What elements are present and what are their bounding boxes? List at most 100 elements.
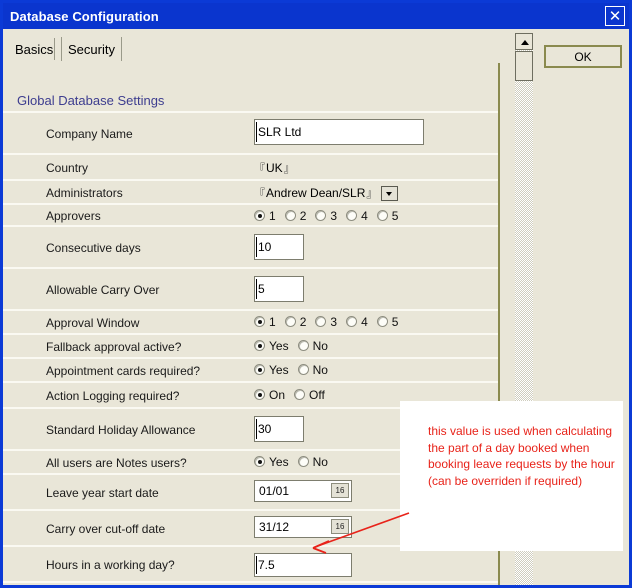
text-input[interactable]: 5 — [254, 276, 304, 302]
radio-option[interactable]: No — [297, 362, 328, 377]
settings-row-control: 01/01 16 — [254, 480, 352, 502]
radio-button-icon[interactable] — [254, 364, 265, 375]
radio-option-label: 3 — [330, 208, 338, 223]
settings-row: Consecutive days 10 — [3, 225, 498, 267]
radio-option[interactable]: Yes — [254, 339, 289, 353]
radio-button-icon[interactable] — [254, 210, 265, 221]
radio-option[interactable]: 3 — [315, 315, 337, 329]
field-bracket-right: 』 — [366, 188, 378, 200]
radio-button-icon[interactable] — [294, 389, 306, 400]
radio-option-label: On — [269, 387, 286, 402]
field-bracket-left: 『 — [254, 188, 265, 200]
text-input[interactable]: SLR Ltd — [254, 119, 424, 145]
calendar-icon[interactable]: 16 — [331, 483, 349, 498]
settings-row-label: Carry over cut-off date — [46, 522, 166, 536]
close-icon[interactable]: ✕ — [605, 6, 625, 26]
radio-button-icon[interactable] — [284, 316, 296, 327]
date-input[interactable]: 01/01 16 — [254, 480, 352, 502]
text-input[interactable]: 7.5 — [254, 553, 352, 577]
radio-option[interactable]: 4 — [346, 315, 368, 329]
radio-button-icon[interactable] — [254, 456, 265, 467]
radio-option[interactable]: Off — [294, 388, 325, 402]
section-title: Global Database Settings — [17, 93, 165, 108]
radio-option[interactable]: 4 — [346, 209, 368, 223]
tab-divider — [54, 38, 55, 60]
radio-option[interactable]: No — [297, 455, 328, 469]
text-input[interactable]: 10 — [254, 234, 304, 260]
tab-strip: Basics Security — [3, 29, 629, 63]
tab-basics[interactable]: Basics — [9, 37, 59, 61]
text-input-value: 5 — [258, 282, 265, 296]
radio-option-label: 4 — [361, 314, 368, 329]
settings-row: Company Name SLR Ltd — [3, 111, 498, 153]
text-input-value: SLR Ltd — [258, 125, 302, 139]
annotation-callout: this value is used when calculating the … — [400, 401, 623, 551]
settings-row: Country 『UK』 — [3, 153, 498, 179]
settings-row: Administrators 『Andrew Dean/SLR』 — [3, 179, 498, 203]
radio-button-icon[interactable] — [254, 340, 265, 351]
date-input[interactable]: 31/12 16 — [254, 516, 352, 538]
settings-row-label: Company Name — [46, 127, 133, 141]
radio-option[interactable]: 2 — [284, 209, 306, 223]
radio-group: 1 2 3 4 5 — [254, 315, 407, 329]
settings-row-control: 『UK』 — [254, 159, 295, 177]
settings-row-label: Administrators — [46, 186, 123, 200]
settings-row: Fallback approval active? Yes No — [3, 333, 498, 357]
settings-row-label: Consecutive days — [46, 241, 141, 255]
field-bracket-right: 』 — [283, 163, 295, 175]
radio-button-icon[interactable] — [254, 389, 265, 400]
settings-row-control: 10 — [254, 234, 304, 260]
title-bar: Database Configuration ✕ — [3, 3, 629, 29]
text-cursor — [256, 122, 257, 142]
radio-button-icon[interactable] — [254, 316, 265, 327]
radio-option-label: Yes — [269, 338, 289, 353]
text-input[interactable]: 30 — [254, 416, 304, 442]
text-input-value: 30 — [258, 422, 272, 436]
radio-button-icon[interactable] — [297, 364, 309, 375]
settings-row-label: Leave year start date — [46, 486, 159, 500]
scrollbar-thumb[interactable] — [515, 51, 533, 81]
radio-option[interactable]: 1 — [254, 315, 276, 329]
settings-row-label: Approval Window — [46, 316, 140, 330]
radio-button-icon[interactable] — [315, 316, 327, 327]
settings-row-control: On Off — [254, 387, 334, 405]
radio-button-icon[interactable] — [284, 210, 296, 221]
radio-option[interactable]: 5 — [376, 209, 398, 223]
text-cursor — [256, 419, 257, 439]
radio-option[interactable]: 5 — [376, 315, 398, 329]
notes-field[interactable]: 『Andrew Dean/SLR』 — [254, 185, 399, 201]
radio-button-icon[interactable] — [346, 210, 358, 221]
settings-row-label: Appointment cards required? — [46, 364, 201, 378]
window-title: Database Configuration — [10, 8, 159, 24]
settings-row-control: 7.5 — [254, 553, 352, 577]
radio-button-icon[interactable] — [346, 316, 358, 327]
notes-field[interactable]: 『UK』 — [254, 160, 295, 176]
calendar-icon[interactable]: 16 — [331, 519, 349, 534]
radio-option[interactable]: No — [297, 339, 328, 353]
ok-button[interactable]: OK — [544, 45, 622, 68]
radio-option[interactable]: Yes — [254, 455, 289, 469]
radio-button-icon[interactable] — [297, 456, 309, 467]
radio-button-icon[interactable] — [297, 340, 309, 351]
settings-row-label: All users are Notes users? — [46, 456, 187, 470]
tab-security[interactable]: Security — [61, 37, 122, 61]
radio-option[interactable]: 2 — [284, 315, 306, 329]
settings-row-control: Yes No — [254, 362, 337, 380]
radio-button-icon[interactable] — [376, 210, 388, 221]
chevron-down-icon[interactable] — [381, 185, 399, 201]
radio-button-icon[interactable] — [315, 210, 327, 221]
date-input-value: 01/01 — [259, 484, 290, 498]
radio-option-label: 3 — [330, 314, 338, 329]
radio-button-icon[interactable] — [376, 316, 388, 327]
settings-row-control: 『Andrew Dean/SLR』 — [254, 184, 399, 202]
radio-option[interactable]: Yes — [254, 363, 289, 377]
text-input-value: 10 — [258, 240, 272, 254]
scroll-up-icon[interactable] — [515, 33, 533, 50]
radio-option[interactable]: 1 — [254, 209, 276, 223]
radio-option[interactable]: 3 — [315, 209, 337, 223]
radio-option[interactable]: On — [254, 388, 285, 402]
radio-group: Yes No — [254, 339, 337, 353]
settings-row: Approvers 1 2 3 4 5 — [3, 203, 498, 225]
radio-option-label: No — [312, 362, 328, 377]
settings-row-label: Standard Holiday Allowance — [46, 423, 196, 437]
